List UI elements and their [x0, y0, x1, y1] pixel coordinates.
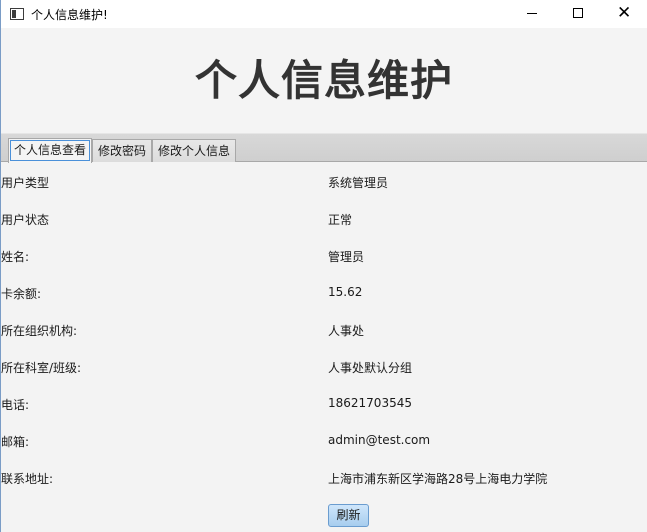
field-row: 邮箱: admin@test.com [1, 433, 647, 453]
field-row: 所在组织机构: 人事处 [1, 322, 647, 342]
field-label-organization: 所在组织机构: [1, 324, 78, 338]
field-row: 联系地址: 上海市浦东新区学海路28号上海电力学院 [1, 470, 647, 490]
refresh-button[interactable]: 刷新 [328, 504, 369, 527]
field-value-name: 管理员 [328, 250, 365, 264]
minimize-button[interactable] [509, 0, 555, 28]
field-label-name: 姓名: [1, 250, 30, 264]
field-value-user-type: 系统管理员 [328, 176, 389, 190]
page-title: 个人信息维护 [194, 56, 453, 105]
field-row: 用户类型 系统管理员 [1, 174, 647, 194]
field-label-phone: 电话: [1, 398, 30, 412]
close-button[interactable]: ✕ [601, 0, 647, 28]
window-controls: ✕ [509, 0, 647, 28]
field-label-user-status: 用户状态 [1, 213, 50, 227]
field-value-organization: 人事处 [328, 324, 365, 338]
app-window-icon [10, 8, 24, 20]
maximize-button[interactable] [555, 0, 601, 28]
field-row: 姓名: 管理员 [1, 248, 647, 268]
field-value-user-status: 正常 [328, 213, 353, 227]
tab-change-password[interactable]: 修改密码 [92, 139, 153, 162]
tab-bar: 个人信息查看 修改密码 修改个人信息 [1, 133, 647, 163]
field-label-user-type: 用户类型 [1, 176, 50, 190]
field-label-department: 所在科室/班级: [1, 361, 82, 375]
field-row: 用户状态 正常 [1, 211, 647, 231]
maximize-icon [573, 8, 583, 18]
minimize-icon [527, 13, 537, 14]
field-value-balance: 15.62 [328, 285, 363, 299]
title-bar: 个人信息维护! ✕ [1, 0, 647, 28]
tab-view-info[interactable]: 个人信息查看 [8, 138, 93, 163]
field-value-department: 人事处默认分组 [328, 361, 413, 375]
field-value-email: admin@test.com [328, 433, 431, 447]
tab-edit-info[interactable]: 修改个人信息 [152, 139, 237, 162]
field-row: 电话: 18621703545 [1, 396, 647, 416]
field-value-phone: 18621703545 [328, 396, 412, 410]
field-label-address: 联系地址: [1, 472, 54, 486]
close-icon: ✕ [617, 3, 632, 23]
field-row: 卡余额: 15.62 [1, 285, 647, 305]
page-header: 个人信息维护 [1, 28, 647, 133]
field-label-email: 邮箱: [1, 435, 30, 449]
field-row: 所在科室/班级: 人事处默认分组 [1, 359, 647, 379]
field-label-balance: 卡余额: [1, 287, 42, 301]
field-value-address: 上海市浦东新区学海路28号上海电力学院 [328, 472, 548, 486]
window-title: 个人信息维护! [31, 7, 108, 22]
